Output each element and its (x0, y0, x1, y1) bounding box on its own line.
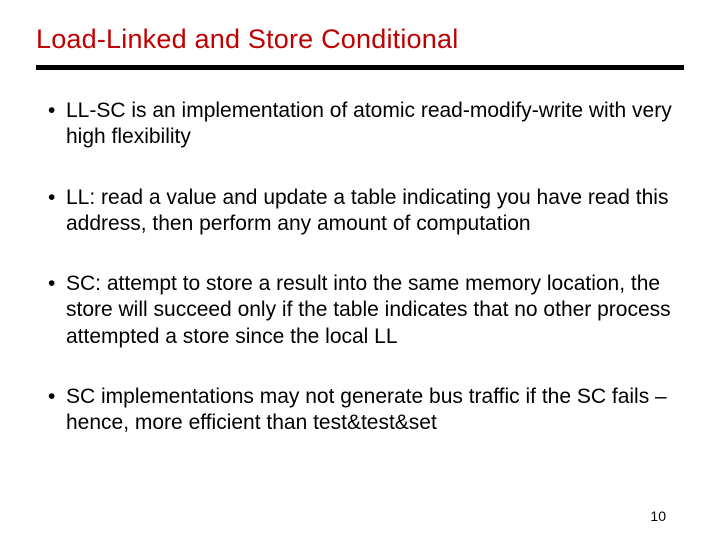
bullet-item: SC: attempt to store a result into the s… (48, 271, 684, 350)
bullet-list: LL-SC is an implementation of atomic rea… (36, 98, 684, 436)
bullet-item: SC implementations may not generate bus … (48, 384, 684, 437)
bullet-item: LL: read a value and update a table indi… (48, 185, 684, 238)
page-number: 10 (650, 508, 666, 524)
slide: Load-Linked and Store Conditional LL-SC … (0, 0, 720, 540)
bullet-item: LL-SC is an implementation of atomic rea… (48, 98, 684, 151)
title-divider (36, 65, 684, 70)
slide-title: Load-Linked and Store Conditional (36, 24, 684, 65)
